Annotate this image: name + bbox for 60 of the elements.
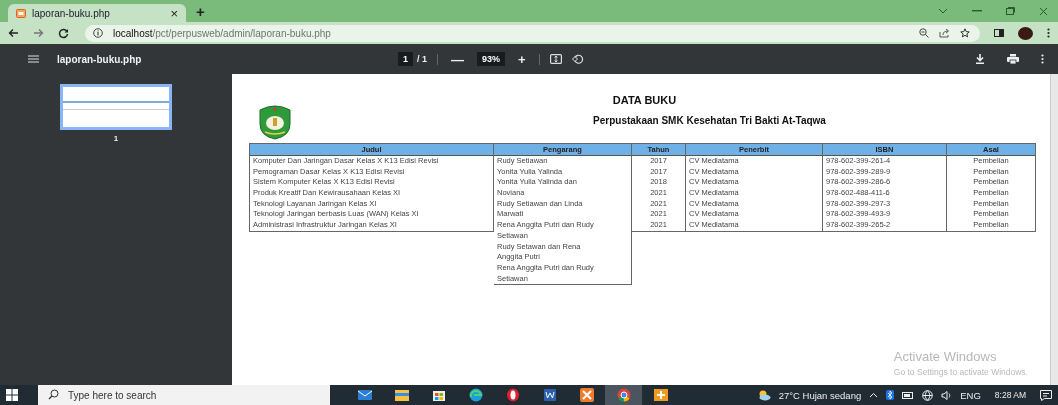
reload-icon[interactable] — [58, 27, 69, 39]
page-number-field[interactable]: 1 — [398, 52, 413, 66]
avatar[interactable] — [1018, 26, 1033, 40]
side-panel-icon[interactable] — [994, 29, 1004, 37]
report-title: DATA BUKU — [612, 94, 677, 106]
page-total: / 1 — [417, 54, 428, 64]
opera-icon[interactable] — [504, 387, 521, 403]
close-icon[interactable] — [1039, 6, 1048, 16]
bluetooth-icon[interactable] — [886, 390, 895, 400]
search-field[interactable]: Type here to search — [38, 385, 330, 405]
language-indicator[interactable]: ENG — [960, 389, 981, 401]
fit-page-icon[interactable] — [549, 54, 562, 64]
back-icon[interactable] — [8, 28, 19, 38]
speaker-icon[interactable] — [941, 390, 953, 400]
activation-text: Go to Settings to activate Windows. — [893, 367, 1028, 377]
new-tab-button[interactable]: + — [192, 2, 209, 20]
search-icon — [48, 389, 59, 400]
rotate-icon[interactable] — [571, 54, 584, 64]
school-logo — [257, 104, 293, 140]
report-subtitle: Perpustakaan SMK Kesehatan Tri Bakti At-Taqwa — [592, 115, 827, 126]
edge-icon[interactable] — [467, 387, 484, 403]
info-icon — [93, 28, 103, 38]
zoom-out-button[interactable]: — — [448, 51, 468, 67]
zoom-icon[interactable] — [919, 28, 929, 38]
zoom-field[interactable]: 93% — [477, 52, 506, 66]
scrollbar[interactable] — [1050, 74, 1058, 385]
folder-icon[interactable] — [393, 387, 410, 403]
browser-tab[interactable]: laporan-buku.php × — [8, 4, 186, 22]
star-icon[interactable] — [960, 28, 970, 38]
page-icon — [16, 8, 26, 18]
page-label: 1 — [113, 134, 119, 143]
word-icon[interactable] — [541, 387, 558, 403]
windows-icon[interactable] — [6, 389, 18, 401]
menu-icon[interactable] — [28, 55, 39, 63]
activation-title: Activate Windows — [893, 349, 998, 364]
address-bar[interactable]: localhost/pct/perpusweb/admin/laporan-buku.php — [85, 24, 980, 42]
notification-icon[interactable] — [1040, 389, 1052, 401]
zoom-in-button[interactable]: + — [515, 51, 529, 67]
chrome-icon[interactable] — [615, 387, 632, 403]
network-icon[interactable] — [922, 389, 934, 401]
url-text: localhost/pct/perpusweb/admin/laporan-buku.php — [113, 27, 331, 39]
forward-icon[interactable] — [33, 28, 44, 38]
weather-text[interactable]: 27°C Hujan sedang — [778, 389, 862, 401]
close-tab-button[interactable]: × — [170, 6, 178, 20]
mail-icon[interactable] — [356, 387, 373, 403]
download-icon[interactable] — [975, 54, 985, 64]
more-icon[interactable] — [1041, 54, 1044, 64]
page-thumbnail[interactable] — [60, 84, 172, 130]
more-icon[interactable] — [1047, 28, 1050, 38]
chevron-up-icon[interactable] — [869, 392, 879, 398]
clock[interactable]: 8:28 AM — [994, 390, 1026, 400]
battery-icon[interactable] — [902, 391, 915, 399]
share-icon[interactable] — [939, 28, 950, 38]
tab-title: laporan-buku.php — [32, 7, 111, 19]
restore-icon[interactable] — [1006, 7, 1015, 15]
box-icon[interactable] — [652, 387, 669, 403]
document-title: laporan-buku.php — [57, 53, 142, 65]
xampp-icon[interactable] — [578, 387, 595, 403]
print-icon[interactable] — [1007, 54, 1019, 64]
chevron-down-icon[interactable] — [938, 8, 948, 14]
